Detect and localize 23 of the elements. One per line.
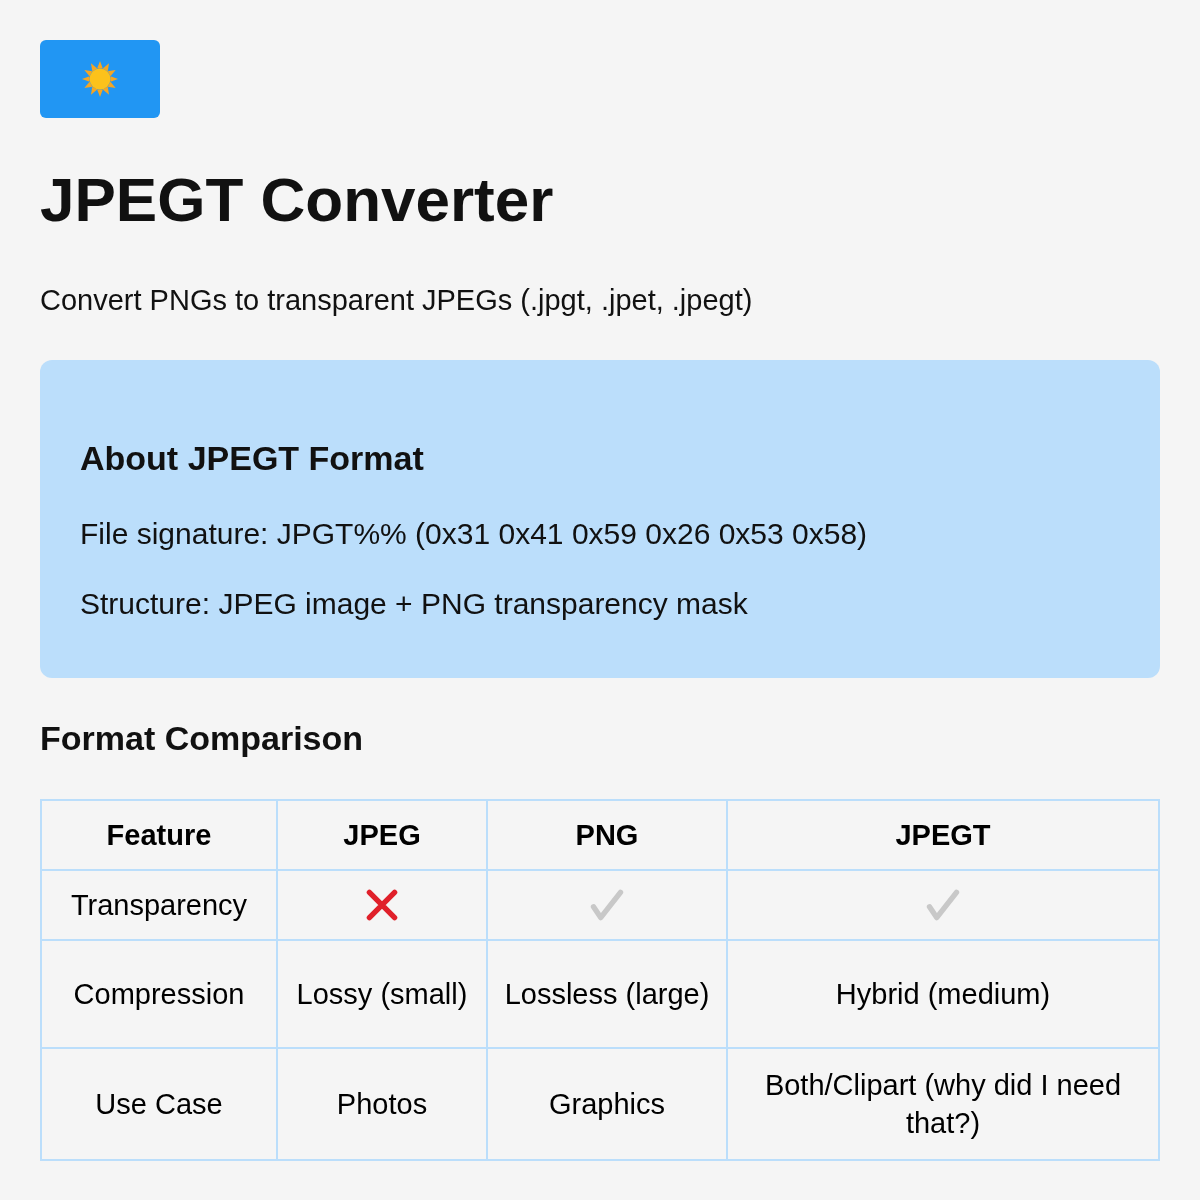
check-icon: [925, 887, 961, 923]
table-cell: Lossless (large): [487, 940, 727, 1048]
table-cell: Graphics: [487, 1048, 727, 1160]
table-cell: Both/Clipart (why did I need that?): [727, 1048, 1159, 1160]
column-header: JPEG: [277, 800, 487, 870]
page-title: JPEGT Converter: [40, 164, 555, 236]
column-header: Feature: [41, 800, 277, 870]
table-cell: Transparency: [41, 870, 277, 940]
info-heading: About JPEGT Format: [80, 438, 425, 478]
sun-icon: [81, 60, 119, 98]
check-icon: [589, 887, 625, 923]
table-cell: Lossy (small): [277, 940, 487, 1048]
table-cell: Use Case: [41, 1048, 277, 1160]
subtitle: Convert PNGs to transparent JPEGs (.jpgt, .jpet, .jpegt): [40, 283, 754, 318]
table-cell: Photos: [277, 1048, 487, 1160]
info-text: File signature: JPGT%% (0x31 0x41 0x59 0x26 0x53 0x58): [80, 516, 869, 552]
table-cell: Hybrid (medium): [727, 940, 1159, 1048]
info-text: Structure: JPEG image + PNG transparency mask: [80, 586, 749, 622]
column-header: PNG: [487, 800, 727, 870]
column-header: JPEGT: [727, 800, 1159, 870]
table-cell: Compression: [41, 940, 277, 1048]
section-heading: Format Comparison: [40, 718, 365, 758]
cross-icon: [364, 887, 400, 923]
